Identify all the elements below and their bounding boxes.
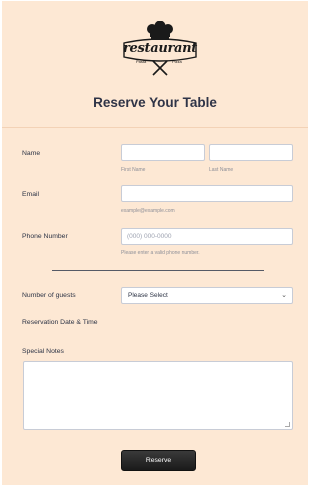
notes-textarea[interactable]: [23, 361, 293, 430]
guests-select-value: Please Select: [128, 292, 168, 299]
first-name-input[interactable]: [121, 144, 205, 161]
first-name-sublabel: First Name: [121, 167, 146, 173]
phone-sublabel: Please enter a valid phone number.: [121, 250, 200, 256]
phone-label: Phone Number: [22, 233, 68, 240]
chevron-down-icon: ⌄: [281, 292, 287, 299]
page-title: Reserve Your Table: [93, 95, 217, 110]
logo-right-word: Pizza: [172, 59, 182, 64]
section-divider: [52, 270, 264, 271]
email-label: Email: [22, 191, 39, 198]
datetime-label: Reservation Date & Time: [22, 319, 98, 326]
guests-label: Number of guests: [22, 292, 76, 299]
email-field[interactable]: [121, 185, 293, 202]
logo-left-word: Pasta: [136, 59, 147, 64]
phone-field[interactable]: (000) 000-0000: [121, 228, 293, 245]
notes-label: Special Notes: [22, 348, 64, 355]
guests-select[interactable]: Please Select ⌄: [121, 287, 293, 304]
name-label: Name: [22, 150, 41, 157]
header-divider: [2, 127, 308, 128]
restaurant-logo: restaurant Pasta Pizza: [120, 20, 200, 77]
last-name-sublabel: Last Name: [209, 167, 234, 173]
last-name-input[interactable]: [209, 144, 293, 161]
form-card: restaurant Pasta Pizza Reserve Your Tabl…: [2, 1, 308, 485]
reserve-button[interactable]: Reserve: [121, 450, 196, 471]
resize-handle[interactable]: [285, 422, 290, 427]
email-sublabel: example@example.com: [121, 208, 175, 214]
logo-script-text: restaurant: [122, 41, 198, 56]
